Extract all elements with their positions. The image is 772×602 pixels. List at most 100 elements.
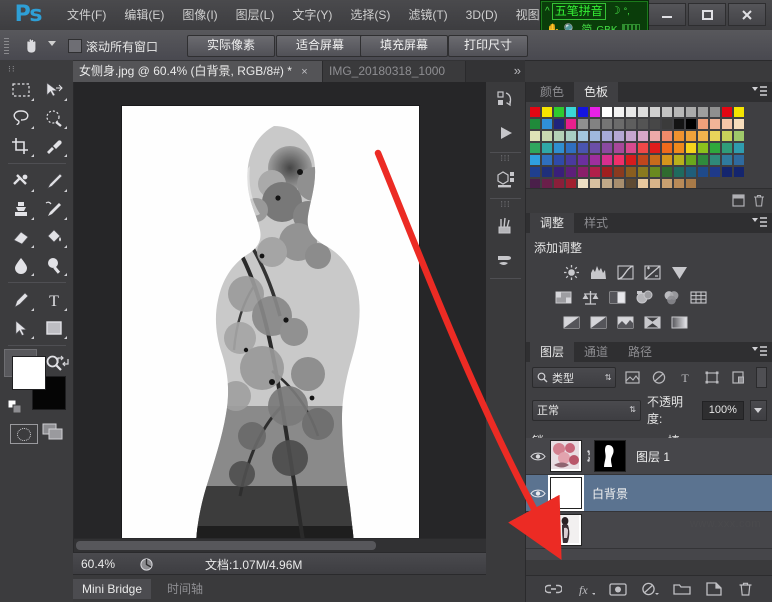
actual-pixels-button[interactable]: 实际像素 (187, 35, 275, 57)
color-swatch[interactable] (661, 130, 673, 142)
color-swatch[interactable] (709, 118, 721, 130)
color-swatch[interactable] (709, 154, 721, 166)
color-swatch[interactable] (601, 118, 613, 130)
print-size-button[interactable]: 打印尺寸 (448, 35, 528, 57)
panel-menu-icon[interactable] (752, 346, 767, 360)
menu-image[interactable]: 图像(I) (173, 0, 226, 30)
color-swatch[interactable] (661, 106, 673, 118)
color-swatch[interactable] (625, 106, 637, 118)
color-swatch[interactable] (565, 166, 577, 178)
color-swatch[interactable] (661, 142, 673, 154)
tab-paths[interactable]: 路径 (618, 342, 662, 362)
canvas-horizontal-scrollbar[interactable] (74, 538, 513, 552)
gradient-map-icon[interactable] (668, 312, 691, 333)
color-swatch[interactable] (697, 154, 709, 166)
color-swatch[interactable] (685, 130, 697, 142)
ime-expand-icon[interactable]: ^ (542, 2, 552, 21)
collapsed-panel-strip[interactable] (526, 188, 772, 213)
color-swatch[interactable] (613, 142, 625, 154)
dodge-tool[interactable] (37, 251, 70, 279)
history-panel-icon[interactable] (486, 82, 525, 116)
foreground-color-swatch[interactable] (12, 356, 46, 390)
color-swatch[interactable] (577, 130, 589, 142)
quick-selection-tool[interactable] (37, 104, 70, 132)
minimize-button[interactable] (648, 3, 686, 26)
brightness-contrast-icon[interactable] (560, 262, 583, 283)
add-layer-mask-button[interactable] (609, 580, 627, 598)
artboard[interactable] (122, 106, 419, 548)
color-swatch[interactable] (637, 118, 649, 130)
exposure-icon[interactable] (641, 262, 664, 283)
color-swatch[interactable] (661, 118, 673, 130)
color-swatch[interactable] (613, 118, 625, 130)
brush-tool[interactable] (37, 167, 70, 195)
color-swatch[interactable] (565, 154, 577, 166)
layer-style-button[interactable]: fx (577, 580, 595, 598)
doc-tab-active[interactable]: 女侧身.jpg @ 60.4% (白背景, RGB/8#) * × (73, 61, 323, 82)
color-swatch[interactable] (721, 142, 733, 154)
filter-shape-icon[interactable] (701, 368, 723, 387)
link-layers-button[interactable] (545, 580, 563, 598)
menu-filter[interactable]: 滤镜(T) (399, 0, 456, 30)
canvas-area[interactable] (73, 82, 526, 552)
levels-icon[interactable] (587, 262, 610, 283)
color-swatch[interactable] (673, 118, 685, 130)
color-swatch[interactable] (565, 142, 577, 154)
layer-filter-type-select[interactable]: 类型 ⇅ (532, 367, 616, 388)
fit-screen-button[interactable]: 适合屏幕 (276, 35, 364, 57)
hue-saturation-icon[interactable] (552, 287, 575, 308)
color-swatch[interactable] (709, 130, 721, 142)
close-icon[interactable]: × (301, 66, 307, 78)
color-swatch[interactable] (649, 166, 661, 178)
color-swatch[interactable] (565, 130, 577, 142)
path-selection-tool[interactable] (4, 314, 37, 342)
layer-visibility-toggle[interactable] (526, 438, 550, 474)
options-bar-grip[interactable] (4, 36, 9, 54)
color-swatch[interactable] (673, 154, 685, 166)
new-layer-button[interactable] (705, 580, 723, 598)
color-swatch[interactable] (589, 154, 601, 166)
color-swatch[interactable] (661, 166, 673, 178)
panel-group-grip[interactable]: ⁞⁞⁞ (486, 155, 525, 162)
color-swatch[interactable] (589, 118, 601, 130)
color-swatch[interactable] (589, 142, 601, 154)
color-swatch[interactable] (577, 106, 589, 118)
filter-smart-object-icon[interactable] (728, 368, 750, 387)
swatches-grid[interactable] (526, 102, 772, 190)
panel-menu-icon[interactable] (752, 217, 767, 231)
tab-overflow-button[interactable]: » (514, 63, 521, 78)
brush-group-grip[interactable]: ⁞⁞⁞ (486, 201, 525, 208)
scroll-all-windows-checkbox[interactable] (68, 39, 82, 53)
crop-tool[interactable] (4, 132, 37, 160)
color-swatch[interactable] (685, 106, 697, 118)
color-swatch[interactable] (601, 130, 613, 142)
color-swatch[interactable] (673, 142, 685, 154)
color-swatch[interactable] (721, 130, 733, 142)
color-swatch[interactable] (613, 154, 625, 166)
tab-layers[interactable]: 图层 (530, 342, 574, 362)
layer-mask-thumbnail[interactable] (594, 440, 626, 472)
menu-type[interactable]: 文字(Y) (283, 0, 341, 30)
color-swatch[interactable] (649, 106, 661, 118)
tab-timeline[interactable]: 时间轴 (158, 579, 212, 599)
menu-edit[interactable]: 编辑(E) (115, 0, 173, 30)
color-swatch[interactable] (625, 130, 637, 142)
color-swatch[interactable] (721, 106, 733, 118)
color-swatch[interactable] (685, 166, 697, 178)
delete-icon[interactable] (753, 194, 765, 210)
brush-panel-icon[interactable] (486, 242, 525, 276)
ime-punctuation-icon[interactable]: °, (624, 2, 630, 21)
layers-list[interactable]: 图层 1 白背景 (526, 438, 772, 560)
filter-adjustment-icon[interactable] (648, 368, 670, 387)
collapse-panel-icon[interactable] (732, 194, 745, 210)
color-swatch[interactable] (565, 118, 577, 130)
marquee-tool[interactable] (4, 76, 37, 104)
tool-preset-caret[interactable] (48, 41, 56, 46)
color-swatch[interactable] (673, 130, 685, 142)
eyedropper-tool[interactable] (37, 132, 70, 160)
color-swatch[interactable] (541, 118, 553, 130)
color-swatch[interactable] (565, 106, 577, 118)
vibrance-icon[interactable] (668, 262, 691, 283)
color-swatch[interactable] (529, 142, 541, 154)
quick-mask-button[interactable] (10, 424, 38, 444)
